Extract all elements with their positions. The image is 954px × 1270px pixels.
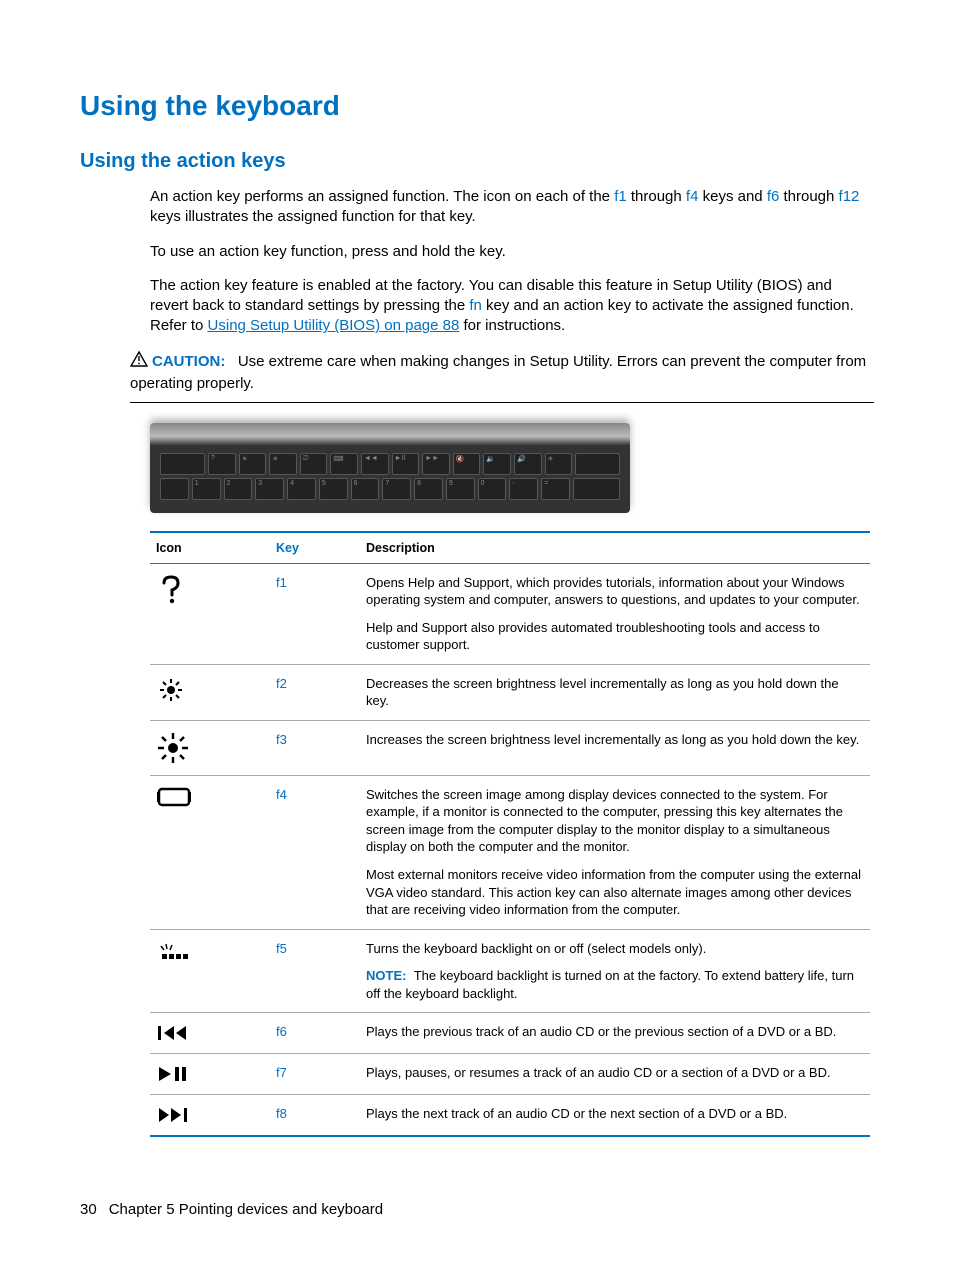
desc-cell: Plays, pauses, or resumes a track of an … (360, 1054, 870, 1095)
table-row: f8 Plays the next track of an audio CD o… (150, 1095, 870, 1137)
key-cell: f6 (270, 1013, 360, 1054)
section-heading: Using the action keys (80, 150, 874, 173)
key-cell: f2 (270, 664, 360, 720)
th-icon: Icon (150, 532, 270, 564)
display-switch-icon (150, 775, 270, 929)
key-ref-fn: fn (469, 297, 482, 314)
table-row: f5 Turns the keyboard backlight on or of… (150, 929, 870, 1013)
next-track-icon (150, 1095, 270, 1137)
desc-text: Turns the keyboard backlight on or off (… (366, 940, 864, 958)
note-text: The keyboard backlight is turned on at t… (366, 968, 854, 1001)
key-cell: f8 (270, 1095, 360, 1137)
desc-text: Increases the screen brightness level in… (366, 731, 864, 749)
desc-cell: Turns the keyboard backlight on or off (… (360, 929, 870, 1013)
link-setup-utility[interactable]: Using Setup Utility (BIOS) on page 88 (208, 317, 460, 334)
caution-text: Use extreme care when making changes in … (130, 353, 866, 392)
action-keys-table: Icon Key Description f1 Opens Help and S… (150, 531, 870, 1138)
th-desc: Description (360, 532, 870, 564)
key-ref-f4: f4 (686, 188, 699, 205)
caution-block: CAUTION: Use extreme care when making ch… (130, 351, 874, 403)
text: keys and (698, 188, 766, 205)
text: keys illustrates the assigned function f… (150, 208, 476, 225)
caution-label: CAUTION: (152, 353, 225, 370)
desc-cell: Switches the screen image among display … (360, 775, 870, 929)
desc-text: Decreases the screen brightness level in… (366, 675, 864, 710)
paragraph-3: The action key feature is enabled at the… (150, 276, 874, 337)
note-label: NOTE: (366, 968, 406, 983)
table-row: f7 Plays, pauses, or resumes a track of … (150, 1054, 870, 1095)
paragraph-1: An action key performs an assigned funct… (150, 187, 874, 228)
key-cell: f5 (270, 929, 360, 1013)
table-row: f3 Increases the screen brightness level… (150, 720, 870, 775)
table-row: f1 Opens Help and Support, which provide… (150, 563, 870, 664)
note-block: NOTE: The keyboard backlight is turned o… (366, 967, 864, 1002)
text: An action key performs an assigned funct… (150, 188, 614, 205)
key-cell: f7 (270, 1054, 360, 1095)
desc-text: Most external monitors receive video inf… (366, 866, 864, 919)
desc-text: Plays the previous track of an audio CD … (366, 1023, 864, 1041)
table-row: f6 Plays the previous track of an audio … (150, 1013, 870, 1054)
key-cell: f4 (270, 775, 360, 929)
paragraph-2: To use an action key function, press and… (150, 242, 874, 262)
help-icon (150, 563, 270, 664)
table-row: f2 Decreases the screen brightness level… (150, 664, 870, 720)
page-number: 30 (80, 1201, 97, 1218)
key-ref-f1: f1 (614, 188, 627, 205)
table-row: f4 Switches the screen image among displ… (150, 775, 870, 929)
caution-icon (130, 351, 148, 373)
desc-cell: Opens Help and Support, which provides t… (360, 563, 870, 664)
chapter-label: Chapter 5 Pointing devices and keyboard (109, 1201, 383, 1218)
page-footer: 30 Chapter 5 Pointing devices and keyboar… (80, 1201, 383, 1218)
keyboard-illustration: ?☀☀⎚⌨◄◄►II►►🔇🔉🔊✈ `1234567890-= (150, 423, 630, 513)
key-cell: f1 (270, 563, 360, 664)
desc-text: Help and Support also provides automated… (366, 619, 864, 654)
brightness-up-icon (150, 720, 270, 775)
key-ref-f12: f12 (839, 188, 860, 205)
key-cell: f3 (270, 720, 360, 775)
desc-cell: Plays the next track of an audio CD or t… (360, 1095, 870, 1137)
play-pause-icon (150, 1054, 270, 1095)
desc-text: Switches the screen image among display … (366, 786, 864, 856)
desc-cell: Decreases the screen brightness level in… (360, 664, 870, 720)
desc-cell: Increases the screen brightness level in… (360, 720, 870, 775)
text: through (627, 188, 686, 205)
backlight-icon (150, 929, 270, 1013)
brightness-down-icon (150, 664, 270, 720)
text: for instructions. (459, 317, 565, 334)
prev-track-icon (150, 1013, 270, 1054)
key-ref-f6: f6 (767, 188, 780, 205)
th-key: Key (270, 532, 360, 564)
page-heading: Using the keyboard (80, 90, 874, 122)
desc-text: Opens Help and Support, which provides t… (366, 574, 864, 609)
desc-text: Plays, pauses, or resumes a track of an … (366, 1064, 864, 1082)
desc-cell: Plays the previous track of an audio CD … (360, 1013, 870, 1054)
desc-text: Plays the next track of an audio CD or t… (366, 1105, 864, 1123)
text: through (779, 188, 838, 205)
